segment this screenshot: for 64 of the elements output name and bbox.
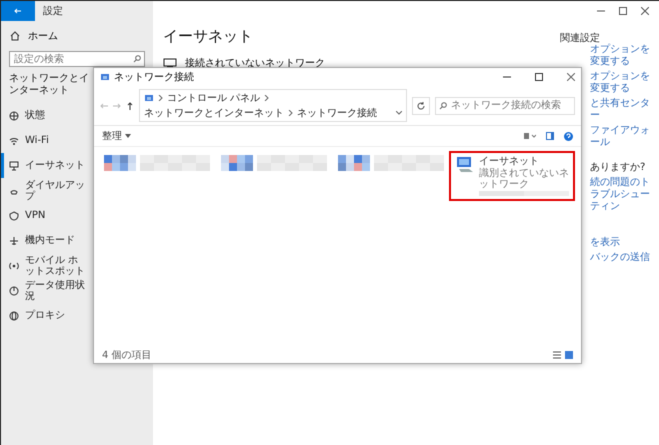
section-heading: ネットワークとインターネット: [8, 72, 90, 98]
chevron-icon: [288, 110, 293, 116]
sidebar-item[interactable]: モバイル ホットスポット: [1, 253, 87, 278]
help-link[interactable]: 続の問題のトラブルシューティン: [590, 177, 651, 213]
globe-icon: [9, 310, 19, 320]
maximize-icon: [535, 73, 543, 81]
network-folder-icon: [144, 93, 154, 103]
view-options-icon: [524, 132, 536, 140]
sidebar-item[interactable]: 機内モード: [1, 228, 75, 253]
help-icon: [564, 132, 573, 140]
chevron-icon: [264, 95, 270, 101]
refresh-button[interactable]: [412, 96, 430, 114]
back-arrow-icon: [14, 8, 22, 14]
breadcrumb-item[interactable]: ネットワークとインターネット: [144, 106, 284, 120]
breadcrumb-item[interactable]: ネットワーク接続: [297, 106, 377, 120]
search-field[interactable]: 設定の検索: [9, 51, 145, 67]
window-title: ネットワーク接続: [114, 70, 194, 84]
window-title: 設定: [43, 4, 63, 18]
item-count: 4 個の項目: [102, 349, 152, 362]
search-icon: [439, 102, 447, 110]
home-icon: [10, 31, 20, 41]
settings-link[interactable]: と共有センター: [590, 98, 651, 122]
monitor-icon: [163, 58, 177, 68]
preview-pane-icon: [546, 132, 554, 140]
network-adapter-item[interactable]: イーサネット 識別されていないネットワーク: [449, 151, 575, 201]
settings-link[interactable]: ファイアウォール: [590, 125, 651, 149]
organize-menu[interactable]: 整理: [102, 129, 131, 143]
close-icon: [567, 73, 575, 81]
sidebar-item[interactable]: ダイヤルアップ: [1, 178, 87, 203]
shield-icon: [9, 210, 19, 220]
wifi-icon: [9, 136, 19, 146]
forward-arrow-icon: [113, 102, 121, 110]
home-link[interactable]: ホーム: [28, 29, 58, 43]
up-arrow-icon: [126, 102, 134, 110]
help-link[interactable]: バックの送信: [590, 252, 651, 264]
help-link[interactable]: を表示: [590, 237, 651, 249]
address-bar[interactable]: コントロール パネル ネットワークとインターネット ネットワーク接続: [139, 89, 407, 122]
details-view-icon: [553, 351, 561, 359]
section-heading: ありますか?: [590, 161, 646, 174]
page-heading: イーサネット: [163, 27, 254, 46]
network-folder-icon: [100, 72, 110, 82]
sidebar-item[interactable]: Wi-Fi: [1, 128, 49, 153]
monitor-icon: [9, 160, 19, 170]
maximize-icon: [619, 7, 627, 15]
sidebar-item[interactable]: イーサネット: [1, 153, 85, 178]
breadcrumb-item[interactable]: コントロール パネル: [167, 91, 260, 105]
sidebar-item[interactable]: VPN: [1, 203, 46, 228]
settings-link[interactable]: オプションを変更する: [590, 44, 651, 68]
computer-network-icon: [455, 156, 475, 174]
close-icon: [641, 7, 649, 15]
sidebar-item[interactable]: データ使用状況: [1, 278, 87, 303]
refresh-icon: [417, 102, 425, 110]
tiles-view-icon: [565, 351, 573, 359]
section-heading: 関連設定: [560, 32, 600, 43]
sidebar-item[interactable]: 状態: [1, 103, 45, 128]
signal-icon: [9, 260, 19, 270]
chevron-icon: [158, 95, 163, 101]
caret-icon: [125, 134, 131, 138]
globe-icon: [9, 110, 19, 120]
settings-link[interactable]: オプションを変更する: [590, 71, 651, 95]
sidebar-item[interactable]: プロキシ: [1, 303, 65, 328]
search-icon: [133, 55, 141, 63]
dropdown-caret-icon: [396, 111, 402, 115]
back-arrow-icon: [100, 102, 108, 110]
